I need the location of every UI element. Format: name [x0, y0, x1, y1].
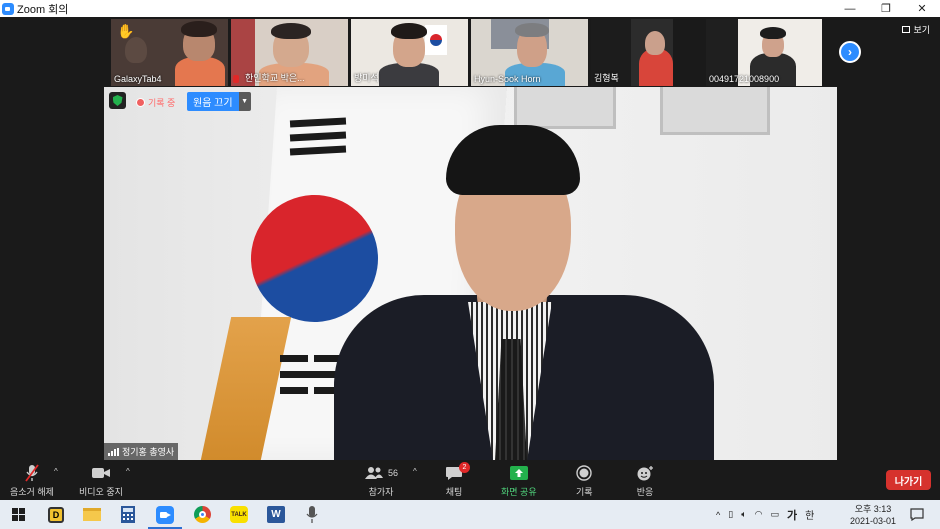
- record-dot-icon: [136, 98, 145, 107]
- participant-name: Hyun-Sook Horn: [474, 74, 541, 84]
- share-screen-icon: [509, 466, 528, 480]
- ime-language-indicator[interactable]: 한: [805, 507, 814, 522]
- window-title: Zoom 회의: [17, 3, 69, 16]
- stop-video-button[interactable]: 비디오 중지: [79, 463, 123, 498]
- speaker-name-tag: 정기홍 총영사: [104, 443, 179, 460]
- muted-mic-icon: [233, 75, 239, 83]
- meeting-toolbar: 음소거 해제 ^ 비디오 중지 ^ 56 참가자 ^ 2 채팅 화면 공유 기록…: [0, 461, 940, 500]
- notification-icon[interactable]: [906, 504, 928, 525]
- participant-name: 방미석: [354, 73, 379, 83]
- daum-app-icon[interactable]: D: [45, 504, 67, 525]
- speaker-name: 정기홍 총영사: [122, 447, 175, 457]
- zoom-app-icon: [2, 2, 14, 15]
- microphone-app-icon[interactable]: [301, 504, 323, 525]
- share-screen-button[interactable]: 화면 공유: [501, 463, 537, 498]
- file-explorer-icon[interactable]: [81, 504, 103, 525]
- windows-taskbar: D TALK W ^ ▯ 🔈︎ ◠ ▭ 가 한 오후 3:13 2021-03-…: [0, 500, 940, 529]
- restore-button[interactable]: ❐: [868, 0, 904, 17]
- calculator-icon[interactable]: [117, 504, 139, 525]
- system-clock[interactable]: 오후 3:13 2021-03-01: [850, 503, 896, 527]
- participant-tile[interactable]: 00491721008900: [706, 19, 822, 86]
- wifi-icon[interactable]: ◠: [755, 509, 763, 520]
- clock-date: 2021-03-01: [849, 516, 896, 526]
- record-button[interactable]: 기록: [576, 463, 593, 498]
- battery-icon[interactable]: ▭: [770, 509, 779, 520]
- recording-label: 기록 중: [148, 98, 176, 108]
- chevron-right-icon: ›: [848, 45, 852, 59]
- participant-tile[interactable]: 방미석: [351, 19, 468, 86]
- participant-name: 김형복: [594, 73, 619, 83]
- reactions-button[interactable]: 반응: [636, 463, 654, 498]
- next-page-button[interactable]: ›: [839, 41, 861, 63]
- chevron-up-icon[interactable]: ^: [54, 467, 58, 476]
- close-button[interactable]: ✕: [904, 0, 940, 17]
- participants-label: 참가자: [368, 487, 394, 497]
- minimize-button[interactable]: —: [832, 0, 868, 17]
- mic-muted-icon: [25, 464, 39, 482]
- reactions-label: 반응: [636, 487, 654, 497]
- unmute-label: 음소거 해제: [10, 487, 54, 497]
- participant-tile[interactable]: ✋ GalaxyTab4: [111, 19, 228, 86]
- emoji-reaction-icon: [637, 466, 653, 481]
- signal-bars-icon: [108, 447, 119, 456]
- security-shield-icon[interactable]: [109, 92, 126, 109]
- recording-indicator: 기록 중: [136, 96, 175, 109]
- chat-label: 채팅: [445, 487, 463, 497]
- participant-tile[interactable]: 한인학교 박은...: [231, 19, 348, 86]
- original-sound-control[interactable]: 원음 끄기 ▼: [187, 92, 251, 111]
- participant-tile[interactable]: Hyun-Sook Horn: [471, 19, 588, 86]
- record-label: 기록: [576, 487, 593, 497]
- participant-strip: ✋ GalaxyTab4 한인학교 박은... 방미석 Hyun-Sook Ho…: [111, 19, 822, 86]
- kakaotalk-icon[interactable]: TALK: [228, 504, 250, 525]
- word-icon[interactable]: W: [265, 504, 287, 525]
- chrome-icon[interactable]: [191, 504, 213, 525]
- chevron-up-icon[interactable]: ^: [716, 510, 720, 520]
- stop-video-label: 비디오 중지: [79, 487, 123, 497]
- chat-button[interactable]: 2 채팅: [445, 462, 470, 498]
- video-camera-icon: [91, 468, 110, 478]
- participants-button[interactable]: 56 참가자: [364, 463, 398, 498]
- share-screen-label: 화면 공유: [501, 487, 537, 497]
- system-tray: ^ ▯ 🔈︎ ◠ ▭ 가 한: [716, 500, 814, 529]
- speaker-volume-icon[interactable]: 🔈︎: [741, 509, 746, 520]
- active-speaker-video: 기록 중 원음 끄기 ▼ 정기홍 총영사: [104, 87, 837, 460]
- zoom-taskbar-icon[interactable]: [148, 504, 182, 529]
- chevron-up-icon[interactable]: ^: [126, 467, 130, 476]
- participant-name: 한인학교 박은...: [245, 73, 305, 83]
- view-label: 보기: [913, 25, 930, 35]
- participants-count: 56: [388, 468, 399, 478]
- chat-unread-badge: 2: [459, 462, 470, 473]
- window-titlebar: Zoom 회의 — ❐ ✕: [0, 0, 940, 17]
- tablet-icon[interactable]: ▯: [728, 509, 733, 520]
- unmute-button[interactable]: 음소거 해제: [10, 463, 54, 498]
- windows-start-icon[interactable]: [7, 504, 29, 525]
- ime-mode-indicator[interactable]: 가: [787, 507, 797, 523]
- participant-name: 00491721008900: [709, 74, 780, 84]
- grid-view-icon: [902, 26, 911, 33]
- view-button[interactable]: 보기: [902, 23, 930, 36]
- clock-time: 오후 3:13: [854, 504, 892, 514]
- leave-meeting-button[interactable]: 나가기: [886, 470, 931, 490]
- participant-name: GalaxyTab4: [114, 74, 162, 84]
- record-icon: [576, 465, 592, 481]
- chevron-down-icon[interactable]: ▼: [238, 92, 251, 111]
- participant-tile[interactable]: 김형복: [591, 19, 673, 86]
- participants-icon: [365, 467, 383, 479]
- original-sound-button[interactable]: 원음 끄기: [187, 92, 239, 111]
- chevron-up-icon[interactable]: ^: [413, 467, 417, 476]
- raised-hand-icon: ✋: [117, 23, 135, 39]
